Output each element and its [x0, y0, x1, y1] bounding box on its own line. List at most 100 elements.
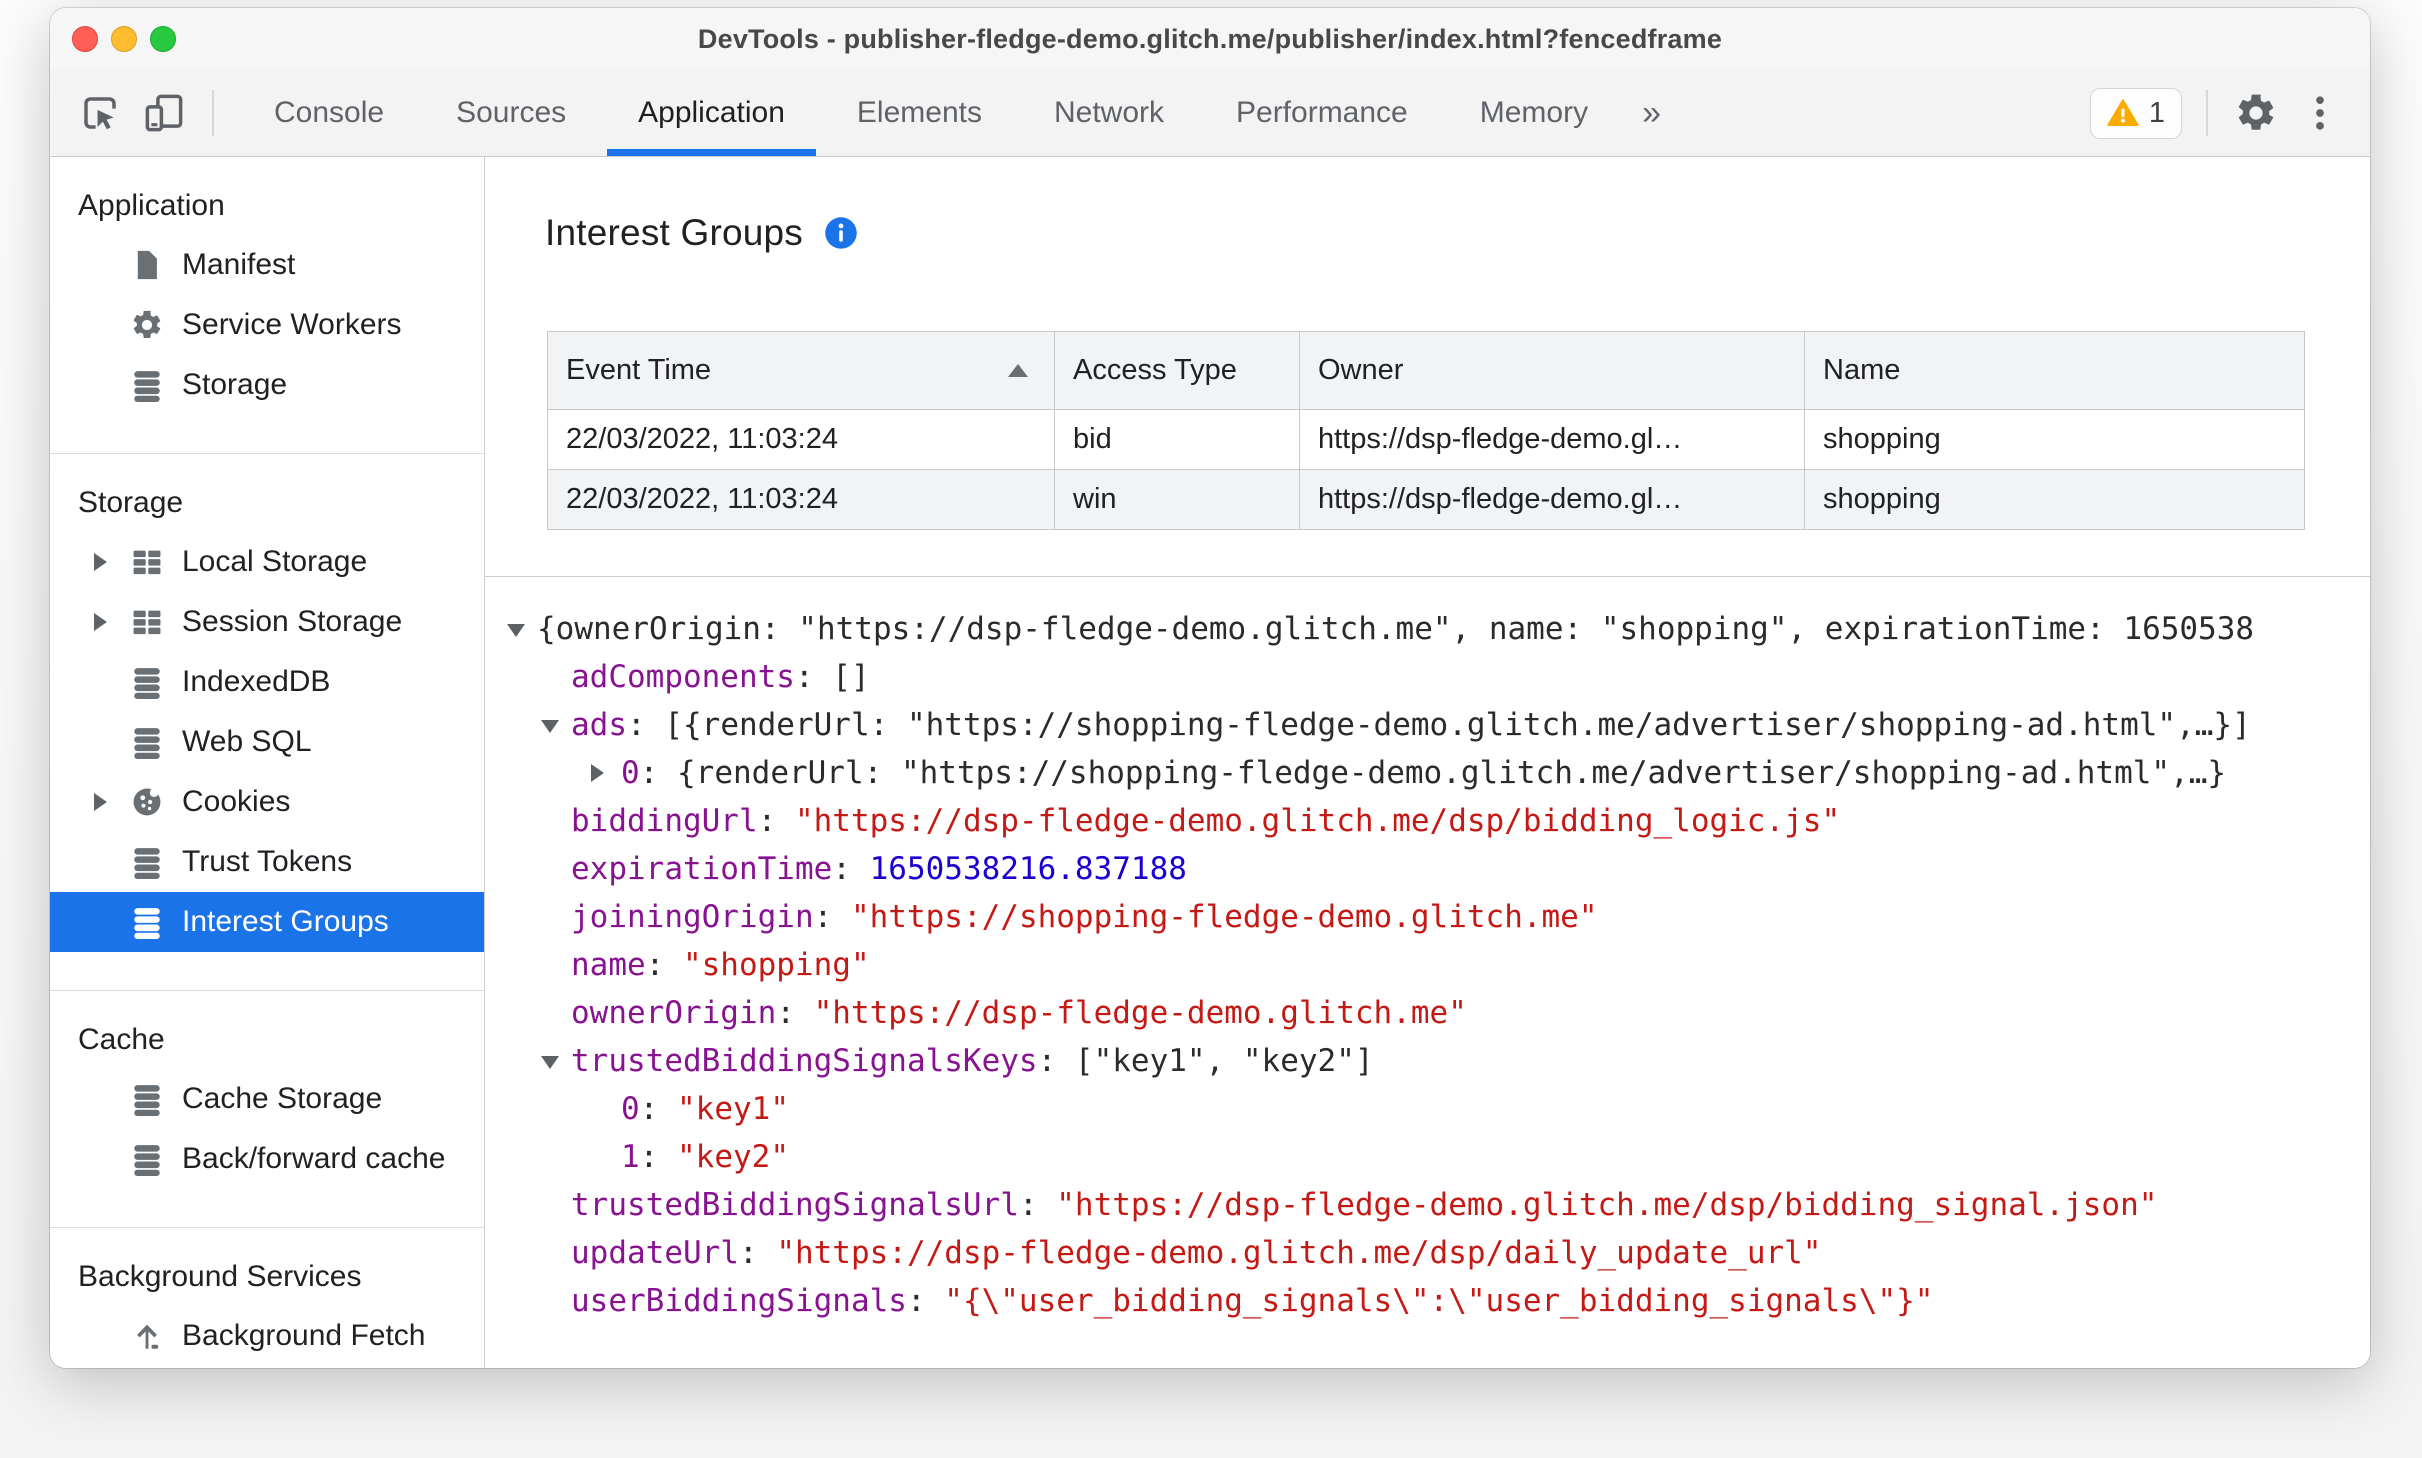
tab-elements[interactable]: Elements: [821, 70, 1018, 156]
sidebar-item-service-workers[interactable]: Service Workers: [50, 295, 484, 355]
more-tabs-icon[interactable]: »: [1624, 94, 1679, 133]
sidebar-item-background-fetch[interactable]: Background Fetch: [50, 1306, 484, 1366]
cell-name: shopping: [1804, 469, 2305, 530]
devtools-content: Application Manifest Service Workers Storag…: [50, 157, 2370, 1368]
triangle-down-icon[interactable]: [541, 1053, 571, 1069]
fullscreen-window-button[interactable]: [150, 26, 176, 52]
expander-icon[interactable]: [94, 553, 130, 571]
tree-key: trustedBiddingSignalsKeys: [571, 1043, 1038, 1079]
sidebar-item-manifest[interactable]: Manifest: [50, 235, 484, 295]
expander-icon[interactable]: [94, 793, 130, 811]
tree-row-expirationtime[interactable]: expirationTime: 1650538216.837188: [485, 845, 2370, 893]
tree-row-root[interactable]: {ownerOrigin: "https://dsp-fledge-demo.g…: [485, 605, 2370, 653]
settings-gear-icon[interactable]: [2232, 89, 2280, 137]
sidebar-item-label: Background Fetch: [182, 1319, 426, 1352]
sidebar-item-cookies[interactable]: Cookies: [50, 772, 484, 832]
sidebar-section-title: Application: [78, 189, 225, 222]
tree-key: userBiddingSignals: [571, 1283, 907, 1319]
tree-key: trustedBiddingSignalsUrl: [571, 1187, 1019, 1223]
interest-group-details-tree: {ownerOrigin: "https://dsp-fledge-demo.g…: [485, 577, 2370, 1325]
tree-row-trustedbiddingsignalskeys[interactable]: trustedBiddingSignalsKeys: ["key1", "key…: [485, 1037, 2370, 1085]
column-header-event-time[interactable]: Event Time: [547, 331, 1055, 410]
tab-console[interactable]: Console: [238, 70, 420, 156]
cell-event-time: 22/03/2022, 11:03:24: [547, 409, 1055, 470]
tree-row-biddingurl[interactable]: biddingUrl: "https://dsp-fledge-demo.gli…: [485, 797, 2370, 845]
more-options-icon[interactable]: [2296, 89, 2344, 137]
expander-icon[interactable]: [94, 613, 130, 631]
tree-key: biddingUrl: [571, 803, 758, 839]
table-row[interactable]: 22/03/2022, 11:03:24 win https://dsp-fledg…: [547, 469, 2305, 530]
tab-application[interactable]: Application: [602, 70, 821, 156]
panel-header: Interest Groups: [545, 205, 2370, 261]
tree-row-ownerorigin[interactable]: ownerOrigin: "https://dsp-fledge-demo.gl…: [485, 989, 2370, 1037]
tree-row-0[interactable]: 0: "key1": [485, 1085, 2370, 1133]
tab-memory[interactable]: Memory: [1444, 70, 1624, 156]
warning-icon: [2107, 99, 2139, 126]
tree-key-separator: :: [794, 659, 833, 695]
tab-sources[interactable]: Sources: [420, 70, 602, 156]
sidebar-section-application: Application Manifest Service Workers Storag…: [50, 157, 484, 454]
tree-value: "{\"user_bidding_signals\":\"user_biddin…: [944, 1283, 1934, 1319]
sidebar-item-cache-storage[interactable]: Cache Storage: [50, 1069, 484, 1129]
sidebar-item-storage[interactable]: Storage: [50, 355, 484, 415]
triangle-right-icon[interactable]: [591, 764, 621, 782]
sidebar-item-back-forward-cache[interactable]: Back/forward cache: [50, 1129, 484, 1189]
tree-value: "shopping": [682, 947, 870, 983]
column-header-name[interactable]: Name: [1804, 331, 2305, 410]
tree-row-ads[interactable]: ads: [{renderUrl: "https://shopping-fled…: [485, 701, 2370, 749]
tree-value: {renderUrl: "https://shopping-fledge-dem…: [677, 755, 2227, 791]
sidebar-item-indexeddb[interactable]: IndexedDB: [50, 652, 484, 712]
tree-key: 0: [621, 755, 640, 791]
tree-key-separator: :: [832, 851, 870, 887]
cell-owner: https://dsp-fledge-demo.gl…: [1299, 409, 1805, 470]
tree-row-name[interactable]: name: "shopping": [485, 941, 2370, 989]
tree-value: "https://dsp-fledge-demo.glitch.me/dsp/b…: [794, 803, 1841, 839]
cell-access-type: bid: [1054, 409, 1300, 470]
tab-performance[interactable]: Performance: [1200, 70, 1444, 156]
sidebar-item-web-sql[interactable]: Web SQL: [50, 712, 484, 772]
device-toolbar-icon[interactable]: [140, 89, 188, 137]
tree-row-joiningorigin[interactable]: joiningOrigin: "https://shopping-fledge-…: [485, 893, 2370, 941]
cell-name: shopping: [1804, 409, 2305, 470]
sidebar-item-trust-tokens[interactable]: Trust Tokens: [50, 832, 484, 892]
tree-key: joiningOrigin: [571, 899, 814, 935]
sidebar-item-label: IndexedDB: [182, 665, 331, 698]
tree-row-trustedbiddingsignalsurl[interactable]: trustedBiddingSignalsUrl: "https://dsp-f…: [485, 1181, 2370, 1229]
sidebar-item-label: Service Workers: [182, 308, 402, 341]
tree-row-updateurl[interactable]: updateUrl: "https://dsp-fledge-demo.glit…: [485, 1229, 2370, 1277]
application-sidebar: Application Manifest Service Workers Storag…: [50, 157, 485, 1368]
tab-network[interactable]: Network: [1018, 70, 1200, 156]
column-header-access-type[interactable]: Access Type: [1054, 331, 1300, 410]
tree-row-0[interactable]: 0: {renderUrl: "https://shopping-fledge-…: [485, 749, 2370, 797]
sidebar-section-title: Background Services: [78, 1260, 362, 1293]
triangle-down-icon[interactable]: [507, 621, 537, 637]
titlebar: DevTools - publisher-fledge-demo.glitch.…: [50, 8, 2370, 70]
inspect-element-icon[interactable]: [76, 89, 124, 137]
column-header-owner[interactable]: Owner: [1299, 331, 1805, 410]
fetch-icon: [130, 1319, 164, 1353]
sidebar-item-label: Trust Tokens: [182, 845, 353, 878]
tree-key-separator: :: [639, 1139, 677, 1175]
sidebar-item-session-storage[interactable]: Session Storage: [50, 592, 484, 652]
tree-key-separator: :: [906, 1283, 945, 1319]
column-header-label: Name: [1823, 354, 1901, 386]
issues-badge[interactable]: 1: [2089, 87, 2182, 139]
tree-row-1[interactable]: 1: "key2": [485, 1133, 2370, 1181]
toolbar-divider: [2206, 90, 2208, 136]
tree-value: "key1": [677, 1091, 789, 1127]
sidebar-item-label: Local Storage: [182, 545, 368, 578]
table-row[interactable]: 22/03/2022, 11:03:24 bid https://dsp-fledg…: [547, 409, 2305, 470]
sidebar-item-interest-groups[interactable]: Interest Groups: [50, 892, 484, 952]
triangle-down-icon[interactable]: [541, 717, 571, 733]
sidebar-section-title: Storage: [78, 486, 184, 519]
tree-row-adcomponents[interactable]: adComponents: []: [485, 653, 2370, 701]
database-icon: [130, 1082, 164, 1116]
minimize-window-button[interactable]: [111, 26, 137, 52]
tree-key-separator: :: [776, 995, 814, 1031]
close-window-button[interactable]: [72, 26, 98, 52]
info-icon[interactable]: [823, 215, 859, 251]
database-icon: [130, 368, 164, 402]
tree-value: 1650538216.837188: [869, 851, 1187, 887]
tree-row-userbiddingsignals[interactable]: userBiddingSignals: "{\"user_bidding_sig…: [485, 1277, 2370, 1325]
sidebar-item-local-storage[interactable]: Local Storage: [50, 532, 484, 592]
